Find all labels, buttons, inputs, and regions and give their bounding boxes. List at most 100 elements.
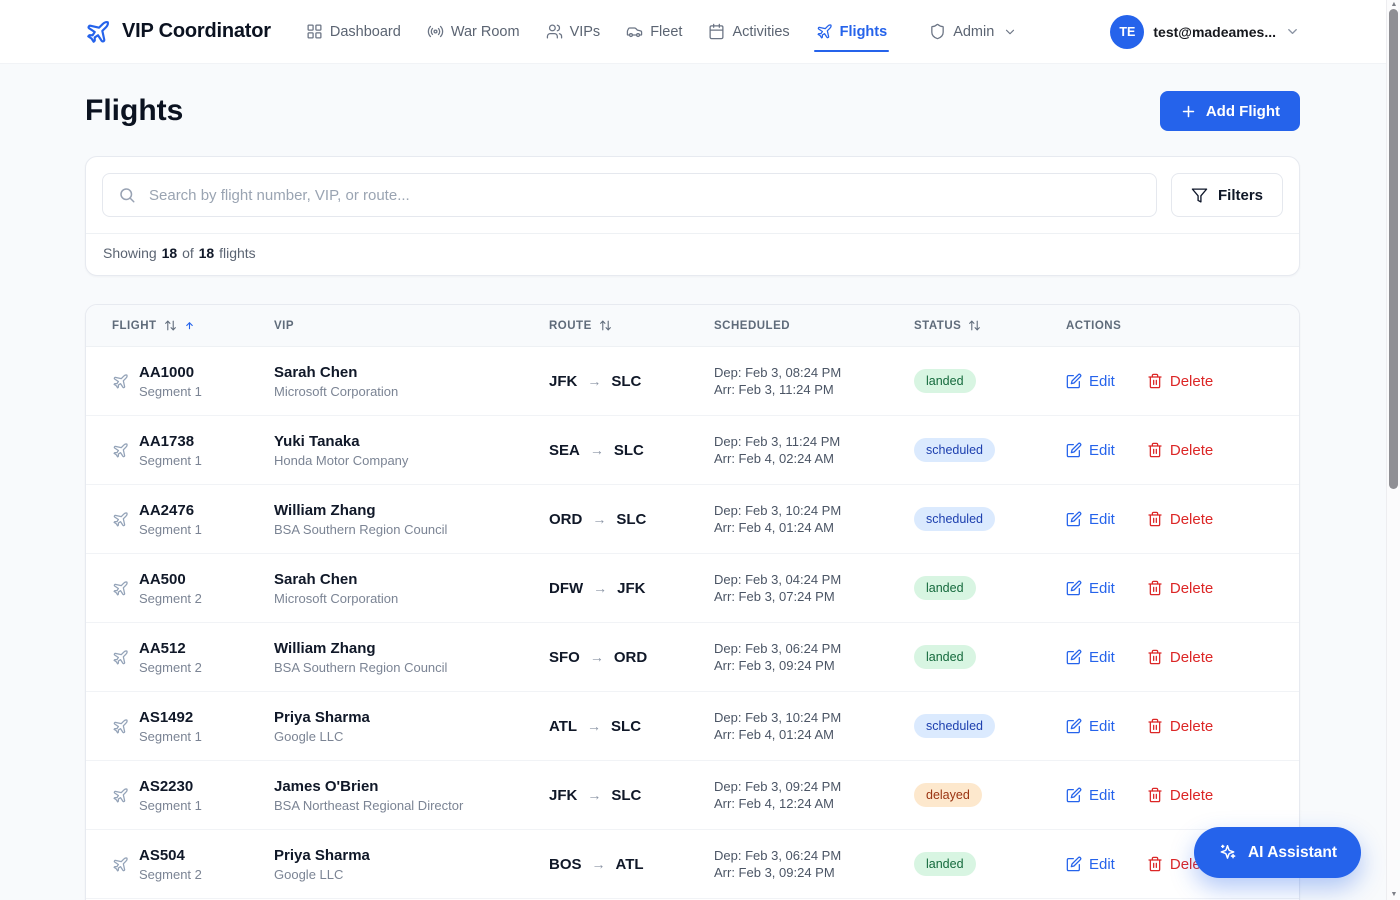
nav-item-dashboard[interactable]: Dashboard bbox=[295, 14, 412, 49]
status-badge: landed bbox=[914, 852, 976, 876]
results-summary: Showing 18 of 18 flights bbox=[86, 233, 1299, 275]
vip-organization: Google LLC bbox=[274, 867, 549, 882]
filters-button[interactable]: Filters bbox=[1171, 173, 1283, 217]
vip-name: Sarah Chen bbox=[274, 571, 549, 588]
brand-logo[interactable]: VIP Coordinator bbox=[85, 19, 271, 45]
delete-button[interactable]: Delete bbox=[1147, 649, 1213, 666]
vip-organization: BSA Southern Region Council bbox=[274, 522, 549, 537]
edit-pencil-icon bbox=[1066, 856, 1082, 872]
table-row: AA500 Segment 2 Sarah Chen Microsoft Cor… bbox=[86, 554, 1299, 623]
edit-button[interactable]: Edit bbox=[1066, 649, 1115, 666]
add-flight-button[interactable]: Add Flight bbox=[1160, 91, 1300, 131]
schedule: Dep: Feb 3, 06:24 PM Arr: Feb 3, 09:24 P… bbox=[714, 640, 914, 674]
arrival-time: Arr: Feb 3, 11:24 PM bbox=[714, 381, 914, 398]
route-destination: ATL bbox=[616, 856, 644, 873]
edit-label: Edit bbox=[1089, 511, 1115, 528]
status-badge: delayed bbox=[914, 783, 982, 807]
table-row: AS1492 Segment 1 Priya Sharma Google LLC… bbox=[86, 692, 1299, 761]
edit-button[interactable]: Edit bbox=[1066, 787, 1115, 804]
route-origin: SFO bbox=[549, 649, 580, 666]
vip-name: Priya Sharma bbox=[274, 709, 549, 726]
arrival-time: Arr: Feb 3, 09:24 PM bbox=[714, 657, 914, 674]
table-row: AS2230 Segment 1 James O'Brien BSA North… bbox=[86, 761, 1299, 830]
departure-time: Dep: Feb 3, 04:24 PM bbox=[714, 571, 914, 588]
scrollbar: ▲ ▼ bbox=[1386, 0, 1400, 900]
nav-label: Admin bbox=[953, 24, 994, 40]
edit-label: Edit bbox=[1089, 718, 1115, 735]
route-destination: SLC bbox=[614, 442, 644, 459]
flight-number: AS2230 bbox=[139, 778, 202, 795]
column-header-route[interactable]: ROUTE bbox=[549, 319, 714, 332]
delete-label: Delete bbox=[1170, 373, 1213, 390]
plane-icon bbox=[112, 373, 129, 390]
delete-button[interactable]: Delete bbox=[1147, 511, 1213, 528]
route-destination: SLC bbox=[611, 718, 641, 735]
column-header-flight[interactable]: FLIGHT bbox=[112, 319, 274, 332]
delete-button[interactable]: Delete bbox=[1147, 442, 1213, 459]
nav-item-fleet[interactable]: Fleet bbox=[615, 14, 693, 49]
edit-button[interactable]: Edit bbox=[1066, 511, 1115, 528]
nav-item-admin[interactable]: Admin bbox=[918, 14, 1028, 49]
nav-item-war-room[interactable]: War Room bbox=[416, 14, 531, 49]
search-input[interactable] bbox=[147, 186, 1141, 205]
table-row: AA512 Segment 2 William Zhang BSA Southe… bbox=[86, 623, 1299, 692]
edit-button[interactable]: Edit bbox=[1066, 580, 1115, 597]
flights-table: FLIGHT VIP ROUTE SCHEDULED STATUS ACTION… bbox=[85, 304, 1300, 900]
edit-label: Edit bbox=[1089, 580, 1115, 597]
user-menu[interactable]: TE test@madeames... bbox=[1110, 15, 1300, 49]
user-email: test@madeames... bbox=[1153, 24, 1276, 40]
arrow-right-icon: → bbox=[587, 787, 601, 803]
departure-time: Dep: Feb 3, 06:24 PM bbox=[714, 640, 914, 657]
status-badge: scheduled bbox=[914, 438, 995, 462]
nav-item-activities[interactable]: Activities bbox=[697, 14, 800, 49]
arrow-right-icon: → bbox=[593, 580, 607, 596]
departure-time: Dep: Feb 3, 06:24 PM bbox=[714, 847, 914, 864]
edit-label: Edit bbox=[1089, 649, 1115, 666]
arrow-right-icon: → bbox=[587, 718, 601, 734]
dashboard-grid-icon bbox=[306, 23, 323, 40]
arrival-time: Arr: Feb 4, 01:24 AM bbox=[714, 519, 914, 536]
table-row: AA1000 Segment 1 Sarah Chen Microsoft Co… bbox=[86, 347, 1299, 416]
trash-icon bbox=[1147, 718, 1163, 734]
plane-icon bbox=[112, 787, 129, 804]
schedule: Dep: Feb 3, 04:24 PM Arr: Feb 3, 07:24 P… bbox=[714, 571, 914, 605]
sort-ascending-icon bbox=[184, 320, 195, 331]
column-header-status[interactable]: STATUS bbox=[914, 319, 1066, 332]
route-destination: SLC bbox=[611, 787, 641, 804]
trash-icon bbox=[1147, 511, 1163, 527]
scrollbar-up-arrow[interactable]: ▲ bbox=[1387, 1, 1400, 8]
delete-button[interactable]: Delete bbox=[1147, 580, 1213, 597]
trash-icon bbox=[1147, 373, 1163, 389]
edit-pencil-icon bbox=[1066, 442, 1082, 458]
ai-assistant-button[interactable]: AI Assistant bbox=[1194, 827, 1361, 878]
edit-button[interactable]: Edit bbox=[1066, 442, 1115, 459]
schedule: Dep: Feb 3, 10:24 PM Arr: Feb 4, 01:24 A… bbox=[714, 709, 914, 743]
nav-item-flights[interactable]: Flights bbox=[805, 14, 899, 49]
route: ORD → SLC bbox=[549, 511, 714, 528]
nav-item-vips[interactable]: VIPs bbox=[535, 14, 612, 49]
flight-segment: Segment 1 bbox=[139, 453, 202, 468]
nav-label: War Room bbox=[451, 24, 520, 40]
vip-name: Sarah Chen bbox=[274, 364, 549, 381]
route: SFO → ORD bbox=[549, 649, 714, 666]
scrollbar-down-arrow[interactable]: ▼ bbox=[1387, 891, 1400, 898]
flight-number: AS1492 bbox=[139, 709, 202, 726]
status-badge: landed bbox=[914, 645, 976, 669]
trash-icon bbox=[1147, 856, 1163, 872]
shield-icon bbox=[929, 23, 946, 40]
column-header-vip: VIP bbox=[274, 320, 549, 332]
delete-button[interactable]: Delete bbox=[1147, 718, 1213, 735]
status-badge: scheduled bbox=[914, 507, 995, 531]
scrollbar-thumb[interactable] bbox=[1389, 9, 1398, 489]
flight-segment: Segment 1 bbox=[139, 384, 202, 399]
edit-button[interactable]: Edit bbox=[1066, 856, 1115, 873]
route: JFK → SLC bbox=[549, 787, 714, 804]
vip-organization: Google LLC bbox=[274, 729, 549, 744]
radio-icon bbox=[427, 23, 444, 40]
arrow-right-icon: → bbox=[592, 511, 606, 527]
delete-button[interactable]: Delete bbox=[1147, 787, 1213, 804]
edit-button[interactable]: Edit bbox=[1066, 718, 1115, 735]
edit-button[interactable]: Edit bbox=[1066, 373, 1115, 390]
flight-segment: Segment 1 bbox=[139, 522, 202, 537]
delete-button[interactable]: Delete bbox=[1147, 373, 1213, 390]
